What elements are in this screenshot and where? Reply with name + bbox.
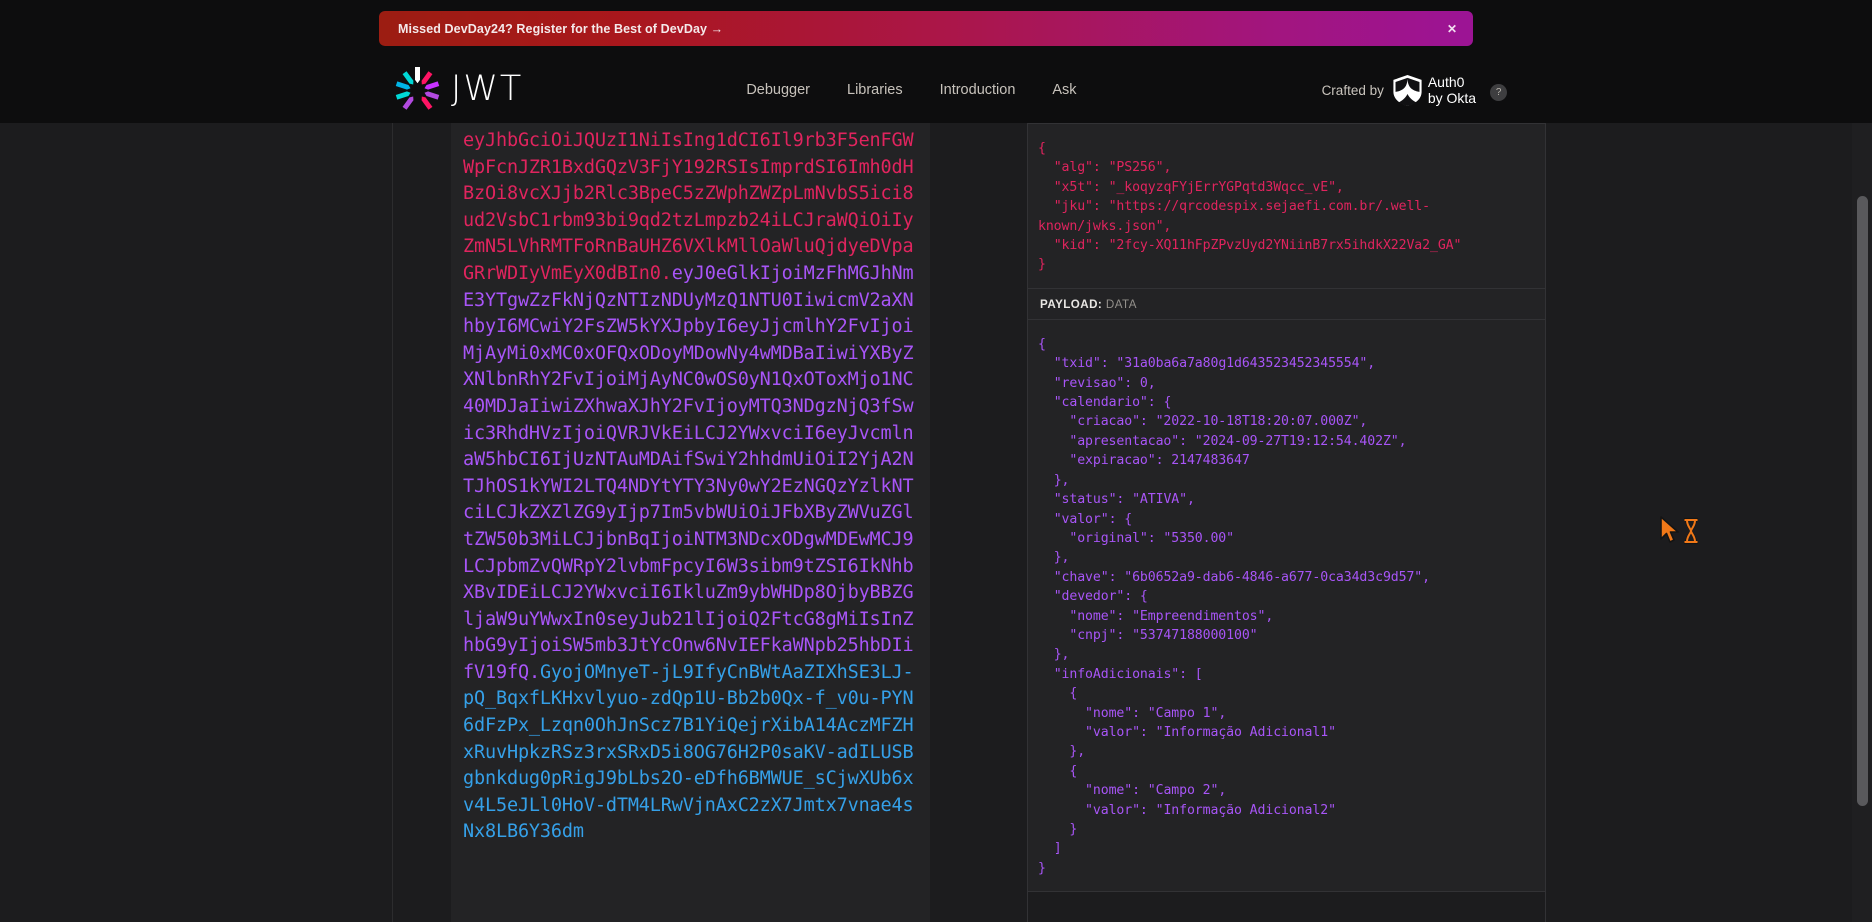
promo-banner[interactable]: Missed DevDay24? Register for the Best o…: [379, 11, 1473, 46]
encoded-token-column[interactable]: eyJhbGciOiJQUzI1NiIsIng1dCI6Il9rb3F5enFG…: [451, 123, 930, 922]
brand-wordmark: JWT: [451, 68, 524, 109]
center-spacer: [930, 123, 1027, 922]
token-separator-1: .: [660, 262, 672, 284]
left-gutter: [0, 123, 393, 922]
brand-logo[interactable]: JWT: [393, 66, 523, 115]
decoded-payload-json[interactable]: { "txid": "31a0ba6a7a80g1d64352345234555…: [1038, 335, 1535, 878]
main-nav: Debugger Libraries Introduction Ask: [746, 82, 1076, 98]
close-icon[interactable]: ✕: [1447, 23, 1457, 35]
promo-banner-region: Missed DevDay24? Register for the Best o…: [0, 0, 1852, 57]
site-header: JWT Debugger Libraries Introduction Ask …: [0, 57, 1852, 123]
page-scrollbar-thumb[interactable]: [1857, 196, 1868, 806]
main-content: eyJhbGciOiJQUzI1NiIsIng1dCI6Il9rb3F5enFG…: [0, 123, 1852, 922]
help-icon[interactable]: ?: [1490, 84, 1508, 101]
jwt-pinwheel-logo-icon: [395, 66, 440, 110]
auth0-logo[interactable]: Auth0 by Okta: [1393, 74, 1476, 106]
crafted-by-label: Crafted by: [1321, 82, 1384, 98]
encoded-token-text[interactable]: eyJhbGciOiJQUzI1NiIsIng1dCI6Il9rb3F5enFG…: [463, 123, 918, 846]
auth0-shield-icon: [1393, 74, 1422, 106]
right-gutter: [1546, 123, 1852, 922]
page-root: Missed DevDay24? Register for the Best o…: [0, 0, 1872, 922]
nav-item-ask[interactable]: Ask: [1052, 82, 1076, 98]
payload-label-title: PAYLOAD:: [1040, 297, 1103, 311]
payload-section-label: PAYLOAD: DATA: [1028, 288, 1545, 320]
decoded-header-json[interactable]: { "alg": "PS256", "x5t": "_koqyzqFYjErrY…: [1038, 139, 1535, 275]
nav-item-libraries[interactable]: Libraries: [847, 82, 903, 98]
nav-item-debugger[interactable]: Debugger: [746, 82, 810, 98]
decoded-payload-body: { "txid": "31a0ba6a7a80g1d64352345234555…: [1028, 320, 1545, 891]
token-gutter: [393, 123, 451, 922]
token-header-segment: eyJhbGciOiJQUzI1NiIsIng1dCI6Il9rb3F5enFG…: [463, 130, 914, 284]
decoded-header-panel: { "alg": "PS256", "x5t": "_koqyzqFYjErrY…: [1028, 123, 1545, 289]
decoded-header-body: { "alg": "PS256", "x5t": "_koqyzqFYjErrY…: [1028, 124, 1545, 288]
token-separator-2: .: [528, 661, 540, 683]
decoded-payload-panel: { "txid": "31a0ba6a7a80g1d64352345234555…: [1028, 319, 1545, 893]
auth0-wordmark: Auth0 by Okta: [1428, 74, 1476, 106]
auth0-brand-line-2: by Okta: [1427, 90, 1477, 106]
crafted-by-block: Crafted by Auth0 by Okta ?: [1322, 74, 1508, 106]
promo-banner-text: Missed DevDay24? Register for the Best o…: [398, 21, 724, 36]
payload-label-subtitle: DATA: [1105, 297, 1137, 311]
token-signature-segment: GyojOMnyeT-jL9IfyCnBWtAaZIXhSE3LJ-pQ_Bqx…: [463, 661, 914, 843]
scrollbar-top-cap: [1852, 0, 1872, 123]
auth0-brand-line-1: Auth0: [1427, 73, 1465, 90]
decoded-column: { "alg": "PS256", "x5t": "_koqyzqFYjErrY…: [1027, 123, 1546, 922]
token-payload-segment: eyJ0eGlkIjoiMzFhMGJhNmE3YTgwZzFkNjQzNTIz…: [463, 262, 914, 683]
nav-item-introduction[interactable]: Introduction: [940, 82, 1016, 98]
